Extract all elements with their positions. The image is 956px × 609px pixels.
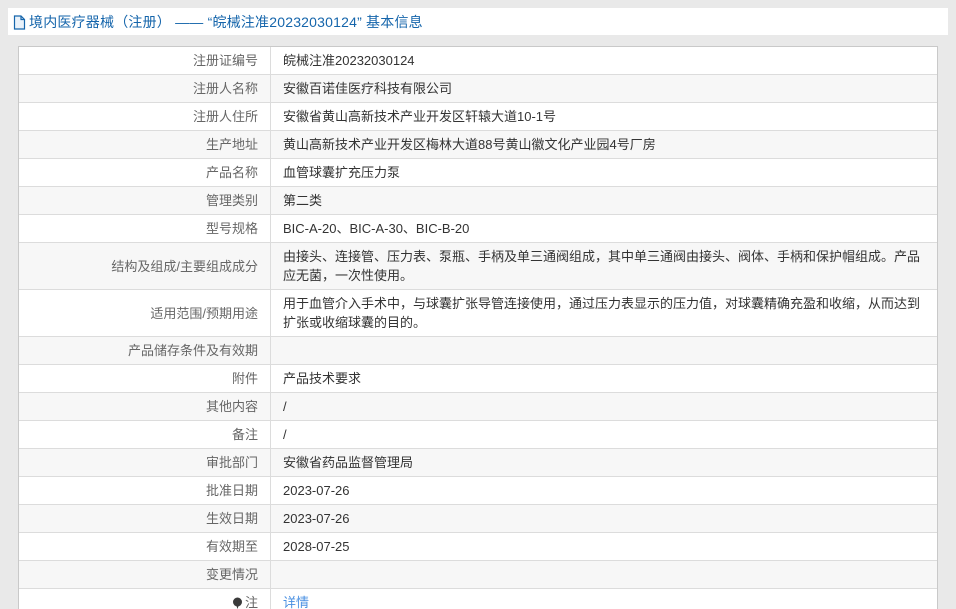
row-label: 型号规格 bbox=[19, 215, 271, 242]
table-row: 适用范围/预期用途 用于血管介入手术中，与球囊扩张导管连接使用，通过压力表显示的压… bbox=[19, 290, 937, 337]
table-row: 批准日期 2023-07-26 bbox=[19, 477, 937, 505]
note-icon bbox=[232, 597, 243, 609]
table-row: 生产地址 黄山高新技术产业开发区梅林大道88号黄山徽文化产业园4号厂房 bbox=[19, 131, 937, 159]
row-value bbox=[271, 571, 937, 579]
table-row: 注册人住所 安徽省黄山高新技术产业开发区轩辕大道10-1号 bbox=[19, 103, 937, 131]
table-row: 注册证编号 皖械注准20232030124 bbox=[19, 47, 937, 75]
row-label: 注 bbox=[19, 589, 271, 609]
table-row: 型号规格 BIC-A-20、BIC-A-30、BIC-B-20 bbox=[19, 215, 937, 243]
row-value: 第二类 bbox=[283, 193, 323, 208]
row-value: 用于血管介入手术中，与球囊扩张导管连接使用，通过压力表显示的压力值，对球囊精确充… bbox=[283, 296, 921, 330]
row-value: 安徽省药品监督管理局 bbox=[283, 455, 414, 470]
row-label: 有效期至 bbox=[19, 533, 271, 560]
row-label: 注册人名称 bbox=[19, 75, 271, 102]
table-row: 变更情况 bbox=[19, 561, 937, 589]
row-label: 注册人住所 bbox=[19, 103, 271, 130]
row-label: 审批部门 bbox=[19, 449, 271, 476]
row-value: 血管球囊扩充压力泵 bbox=[283, 165, 401, 180]
row-value: 皖械注准20232030124 bbox=[283, 53, 415, 68]
row-value: 产品技术要求 bbox=[283, 371, 362, 386]
table-row: 附件 产品技术要求 bbox=[19, 365, 937, 393]
details-link[interactable]: 详情 bbox=[283, 595, 309, 609]
row-value: 2028-07-25 bbox=[283, 539, 350, 554]
table-row: 产品储存条件及有效期 bbox=[19, 337, 937, 365]
row-label: 产品储存条件及有效期 bbox=[19, 337, 271, 364]
row-value bbox=[271, 347, 937, 355]
row-label: 注册证编号 bbox=[19, 47, 271, 74]
row-value: 由接头、连接管、压力表、泵瓶、手柄及单三通阀组成，其中单三通阀由接头、阀体、手柄… bbox=[283, 249, 921, 283]
row-value: 2023-07-26 bbox=[283, 483, 350, 498]
table-row: 注详情 bbox=[19, 589, 937, 609]
row-label: 变更情况 bbox=[19, 561, 271, 588]
row-value: / bbox=[283, 427, 287, 442]
row-label: 生产地址 bbox=[19, 131, 271, 158]
row-label: 批准日期 bbox=[19, 477, 271, 504]
table-row: 备注 / bbox=[19, 421, 937, 449]
row-value: / bbox=[283, 399, 287, 414]
row-value: 2023-07-26 bbox=[283, 511, 350, 526]
row-label: 结构及组成/主要组成成分 bbox=[19, 243, 271, 289]
table-row: 管理类别 第二类 bbox=[19, 187, 937, 215]
row-value: BIC-A-20、BIC-A-30、BIC-B-20 bbox=[283, 221, 470, 236]
row-label: 其他内容 bbox=[19, 393, 271, 420]
row-value: 黄山高新技术产业开发区梅林大道88号黄山徽文化产业园4号厂房 bbox=[283, 137, 656, 152]
row-value: 详情 bbox=[271, 589, 937, 609]
row-label: 附件 bbox=[19, 365, 271, 392]
row-label: 备注 bbox=[19, 421, 271, 448]
table-row: 有效期至 2028-07-25 bbox=[19, 533, 937, 561]
table-row: 产品名称 血管球囊扩充压力泵 bbox=[19, 159, 937, 187]
page-header: 境内医疗器械（注册） —— “皖械注准20232030124” 基本信息 bbox=[8, 8, 948, 35]
page-title: 境内医疗器械（注册） —— “皖械注准20232030124” 基本信息 bbox=[29, 13, 423, 30]
row-value: 安徽百诺佳医疗科技有限公司 bbox=[283, 81, 453, 96]
table-row: 审批部门 安徽省药品监督管理局 bbox=[19, 449, 937, 477]
table-row: 注册人名称 安徽百诺佳医疗科技有限公司 bbox=[19, 75, 937, 103]
document-icon bbox=[13, 14, 26, 30]
row-label: 管理类别 bbox=[19, 187, 271, 214]
table-row: 其他内容 / bbox=[19, 393, 937, 421]
row-label: 生效日期 bbox=[19, 505, 271, 532]
row-label: 适用范围/预期用途 bbox=[19, 290, 271, 336]
row-label: 产品名称 bbox=[19, 159, 271, 186]
row-value: 安徽省黄山高新技术产业开发区轩辕大道10-1号 bbox=[283, 109, 557, 124]
table-row: 生效日期 2023-07-26 bbox=[19, 505, 937, 533]
info-table: 注册证编号 皖械注准20232030124 注册人名称 安徽百诺佳医疗科技有限公司 注册… bbox=[18, 46, 938, 609]
table-row: 结构及组成/主要组成成分 由接头、连接管、压力表、泵瓶、手柄及单三通阀组成，其中单… bbox=[19, 243, 937, 290]
